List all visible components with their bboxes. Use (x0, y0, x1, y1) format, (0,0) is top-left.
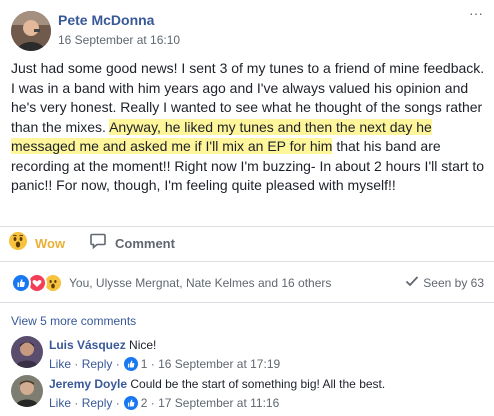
commenter-avatar[interactable] (11, 375, 43, 407)
author-avatar[interactable] (11, 11, 51, 51)
comment-content: Jeremy Doyle Could be the start of somet… (49, 377, 385, 391)
seen-by[interactable]: Seen by 63 (405, 275, 484, 290)
comment-meta: Like · Reply · 2 · 17 September at 11:16 (49, 396, 279, 410)
comment-label: Comment (115, 235, 175, 251)
comment-time[interactable]: 17 September at 11:16 (158, 396, 279, 410)
comment-time[interactable]: 16 September at 17:19 (158, 357, 280, 371)
separator-dot: · (71, 396, 82, 410)
wow-button[interactable]: Wow (9, 231, 65, 255)
comment-bubble-icon (89, 232, 107, 255)
more-options-icon[interactable]: ··· (466, 6, 486, 24)
comment-like-count[interactable]: 2 (141, 396, 148, 410)
comment-reply-link[interactable]: Reply (82, 396, 113, 410)
comment-like-link[interactable]: Like (49, 396, 71, 410)
facebook-post: Pete McDonna 16 September at 16:10 ··· J… (0, 0, 494, 416)
checkmark-icon (405, 275, 419, 290)
wow-label: Wow (35, 235, 66, 251)
action-bar: Wow Comment (0, 227, 494, 259)
separator-dot: · (147, 357, 159, 371)
like-icon (11, 273, 31, 293)
separator-dot: · (71, 357, 82, 371)
separator-dot: · (147, 396, 159, 410)
separator-dot: · (112, 396, 120, 410)
wow-emoji-icon (9, 231, 27, 255)
like-count-icon (123, 396, 138, 410)
comment-text: Nice! (129, 338, 157, 352)
comment-like-count[interactable]: 1 (141, 357, 148, 371)
reactions-summary[interactable]: You, Ulysse Mergnat, Nate Kelmes and 16 … (11, 273, 331, 293)
seen-by-count: Seen by 63 (423, 275, 484, 290)
post-text: Just had some good news! I sent 3 of my … (11, 59, 487, 196)
commenter-name[interactable]: Jeremy Doyle (49, 377, 127, 391)
comment-like-link[interactable]: Like (49, 357, 71, 371)
comment-reply-link[interactable]: Reply (82, 357, 113, 371)
comment-content: Luis Vásquez Nice! (49, 338, 156, 352)
author-name[interactable]: Pete McDonna (58, 12, 154, 28)
comment-item: Jeremy Doyle Could be the start of somet… (0, 375, 494, 415)
view-more-comments-link[interactable]: View 5 more comments (11, 314, 136, 328)
separator-dot: · (112, 357, 120, 371)
divider (0, 302, 494, 303)
like-count-icon (123, 357, 138, 371)
commenter-name[interactable]: Luis Vásquez (49, 338, 126, 352)
post-timestamp[interactable]: 16 September at 16:10 (58, 33, 180, 47)
comment-text: Could be the start of something big! All… (130, 377, 386, 391)
reactors-list[interactable]: You, Ulysse Mergnat, Nate Kelmes and 16 … (69, 276, 331, 290)
comment-button[interactable]: Comment (89, 231, 175, 255)
comment-item: Luis Vásquez Nice! Like · Reply · 1 · 16… (0, 336, 494, 376)
divider (0, 261, 494, 262)
comment-meta: Like · Reply · 1 · 16 September at 17:19 (49, 357, 280, 371)
commenter-avatar[interactable] (11, 336, 43, 368)
